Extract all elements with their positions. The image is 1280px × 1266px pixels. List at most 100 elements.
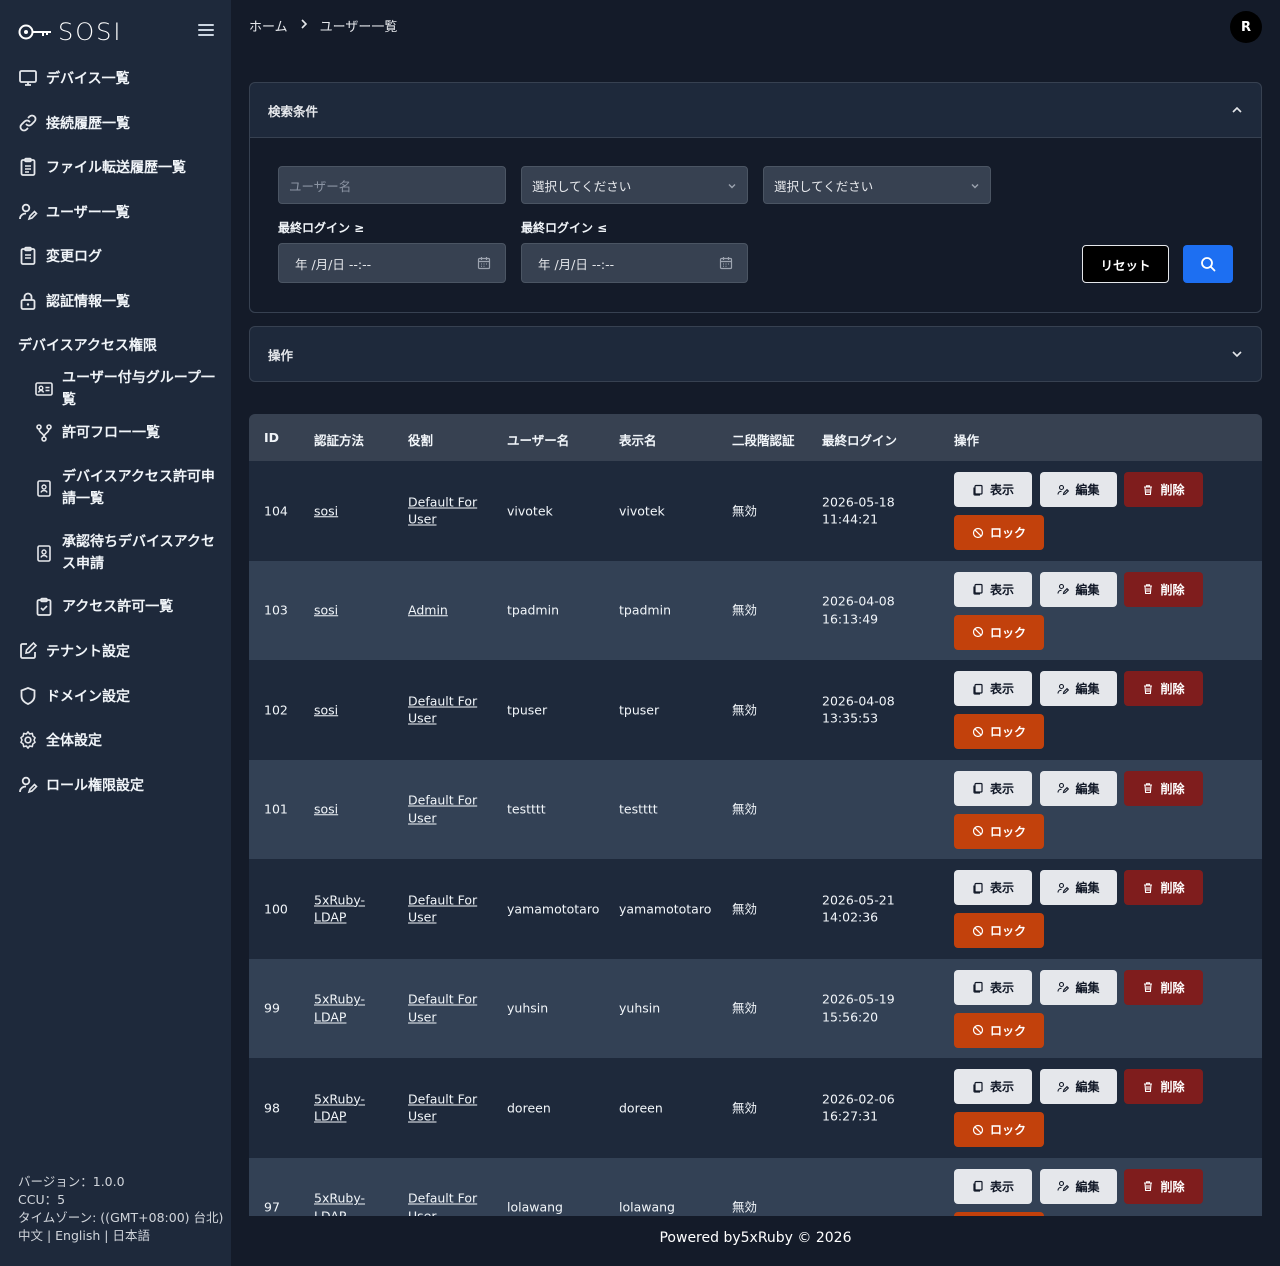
role-link[interactable]: User (408, 711, 437, 726)
auth-method-link[interactable]: LDAP (314, 1009, 346, 1024)
column-header-auth-method[interactable]: 認証方法 (314, 430, 364, 449)
edit-button[interactable]: 編集 (1040, 1069, 1117, 1104)
auth-method-select[interactable]: 選択してください (521, 166, 748, 204)
delete-button[interactable]: 削除 (1124, 472, 1203, 507)
edit-button[interactable]: 編集 (1040, 472, 1117, 507)
role-link[interactable]: User (408, 1009, 437, 1024)
show-button[interactable]: 表示 (954, 1069, 1032, 1104)
column-header-last-login[interactable]: 最終ログイン (822, 430, 897, 449)
logo[interactable]: SOSI (18, 18, 122, 46)
role-link[interactable]: Default For (408, 494, 477, 509)
show-label: 表示 (989, 980, 1014, 995)
auth-method-link[interactable]: sosi (314, 702, 338, 717)
show-button[interactable]: 表示 (954, 870, 1032, 905)
column-header-username[interactable]: ユーザー名 (507, 430, 569, 449)
sidebar-item-approval-flows[interactable]: 許可フロー一覧 (0, 411, 231, 455)
role-link[interactable]: User (408, 910, 437, 925)
edit-button[interactable]: 編集 (1040, 870, 1117, 905)
lock-button[interactable]: ロック (954, 1112, 1044, 1147)
language-switcher[interactable]: 中文 | English | 日本語 (18, 1227, 223, 1245)
role-select[interactable]: 選択してください (763, 166, 991, 204)
delete-button[interactable]: 削除 (1124, 770, 1203, 806)
show-button[interactable]: 表示 (954, 571, 1032, 607)
column-header-display-name[interactable]: 表示名 (619, 430, 657, 449)
show-button[interactable]: 表示 (954, 1168, 1032, 1204)
last-login-to-input[interactable]: 年 /月/日 --:-- (521, 243, 748, 283)
role-link[interactable]: User (408, 1208, 437, 1216)
edit-button[interactable]: 編集 (1040, 571, 1117, 607)
auth-method-link[interactable]: 5xRuby- (314, 992, 365, 1007)
lock-button[interactable]: ロック (954, 813, 1044, 849)
sidebar-item-access-requests[interactable]: デバイスアクセス許可申請一覧 (0, 455, 231, 521)
auth-method-link[interactable]: 5xRuby- (314, 1191, 365, 1206)
operations-panel-header[interactable]: 操作 (250, 327, 1261, 381)
role-link[interactable]: Default For (408, 992, 477, 1007)
lock-button[interactable]: ロック (954, 515, 1044, 550)
menu-toggle-icon[interactable] (198, 24, 214, 38)
lock-button[interactable]: ロック (954, 913, 1044, 948)
role-link[interactable]: Default For (408, 1091, 477, 1106)
delete-button[interactable]: 削除 (1124, 1168, 1203, 1204)
auth-method-link[interactable]: LDAP (314, 1208, 346, 1216)
role-link[interactable]: Default For (408, 693, 477, 708)
role-link[interactable]: User (408, 1109, 437, 1124)
delete-button[interactable]: 削除 (1124, 1069, 1203, 1104)
role-link[interactable]: Default For (408, 892, 477, 907)
last-login-from-input[interactable]: 年 /月/日 --:-- (278, 243, 506, 283)
auth-method-link[interactable]: sosi (314, 603, 338, 618)
lock-button[interactable]: ロック (954, 1211, 1044, 1216)
lock-button[interactable]: ロック (954, 714, 1044, 749)
role-link[interactable]: User (408, 512, 437, 527)
calendar-icon[interactable] (719, 256, 733, 270)
auth-method-link[interactable]: sosi (314, 503, 338, 518)
show-button[interactable]: 表示 (954, 472, 1032, 507)
lock-button[interactable]: ロック (954, 1012, 1044, 1048)
calendar-icon[interactable] (477, 256, 491, 270)
column-header-role[interactable]: 役割 (408, 430, 433, 449)
delete-button[interactable]: 削除 (1124, 870, 1203, 905)
delete-button[interactable]: 削除 (1124, 571, 1203, 607)
auth-method-link[interactable]: sosi (314, 802, 338, 817)
role-link[interactable]: Admin (408, 603, 448, 618)
breadcrumb-home[interactable]: ホーム (249, 16, 288, 35)
sidebar-item-global-settings[interactable]: 全体設定 (0, 718, 231, 763)
sidebar-item-pending-requests[interactable]: 承認待ちデバイスアクセス申請 (0, 521, 231, 585)
edit-button[interactable]: 編集 (1040, 969, 1117, 1005)
column-header-two-factor[interactable]: 二段階認証 (732, 430, 795, 449)
delete-button[interactable]: 削除 (1124, 969, 1203, 1005)
avatar[interactable]: R (1230, 11, 1262, 43)
auth-method-link[interactable]: LDAP (314, 910, 346, 925)
reset-button[interactable]: リセット (1082, 245, 1169, 283)
username-input[interactable]: ユーザー名 (278, 166, 506, 204)
auth-method-link[interactable]: LDAP (314, 1109, 346, 1124)
delete-button[interactable]: 削除 (1124, 671, 1203, 706)
edit-button[interactable]: 編集 (1040, 671, 1117, 706)
search-button[interactable] (1183, 245, 1233, 283)
sidebar-item-user-groups[interactable]: ユーザー付与グループ一覧 (0, 367, 231, 411)
show-button[interactable]: 表示 (954, 770, 1032, 806)
sidebar-item-access-permissions[interactable]: アクセス許可一覧 (0, 585, 231, 629)
sidebar-item-change-log[interactable]: 変更ログ (0, 234, 231, 279)
cell-two-factor: 無効 (732, 1000, 758, 1016)
sidebar-item-tenant-settings[interactable]: テナント設定 (0, 629, 231, 674)
lock-button[interactable]: ロック (954, 614, 1044, 650)
search-panel-header[interactable]: 検索条件 (250, 83, 1261, 137)
sidebar-item-domain-settings[interactable]: ドメイン設定 (0, 674, 231, 719)
role-link[interactable]: Default For (408, 1191, 477, 1206)
edit-button[interactable]: 編集 (1040, 770, 1117, 806)
role-link[interactable]: User (408, 810, 437, 825)
sidebar-item-connections[interactable]: 接続履歴一覧 (0, 101, 231, 146)
sidebar-item-role-settings[interactable]: ロール権限設定 (0, 763, 231, 808)
auth-method-link[interactable]: 5xRuby- (314, 1091, 365, 1106)
show-button[interactable]: 表示 (954, 969, 1032, 1005)
role-link[interactable]: Default For (408, 793, 477, 808)
auth-method-link[interactable]: 5xRuby- (314, 892, 365, 907)
sidebar-item-devices[interactable]: デバイス一覧 (0, 56, 231, 101)
show-button[interactable]: 表示 (954, 671, 1032, 706)
delete-label: 削除 (1160, 1080, 1185, 1094)
sidebar-item-file-transfers[interactable]: ファイル転送履歴一覧 (0, 145, 231, 190)
sidebar-item-credentials[interactable]: 認証情報一覧 (0, 279, 231, 324)
edit-button[interactable]: 編集 (1040, 1168, 1117, 1204)
sidebar-item-users[interactable]: ユーザー一覧 (0, 190, 231, 235)
column-header-id[interactable]: ID (264, 430, 279, 445)
